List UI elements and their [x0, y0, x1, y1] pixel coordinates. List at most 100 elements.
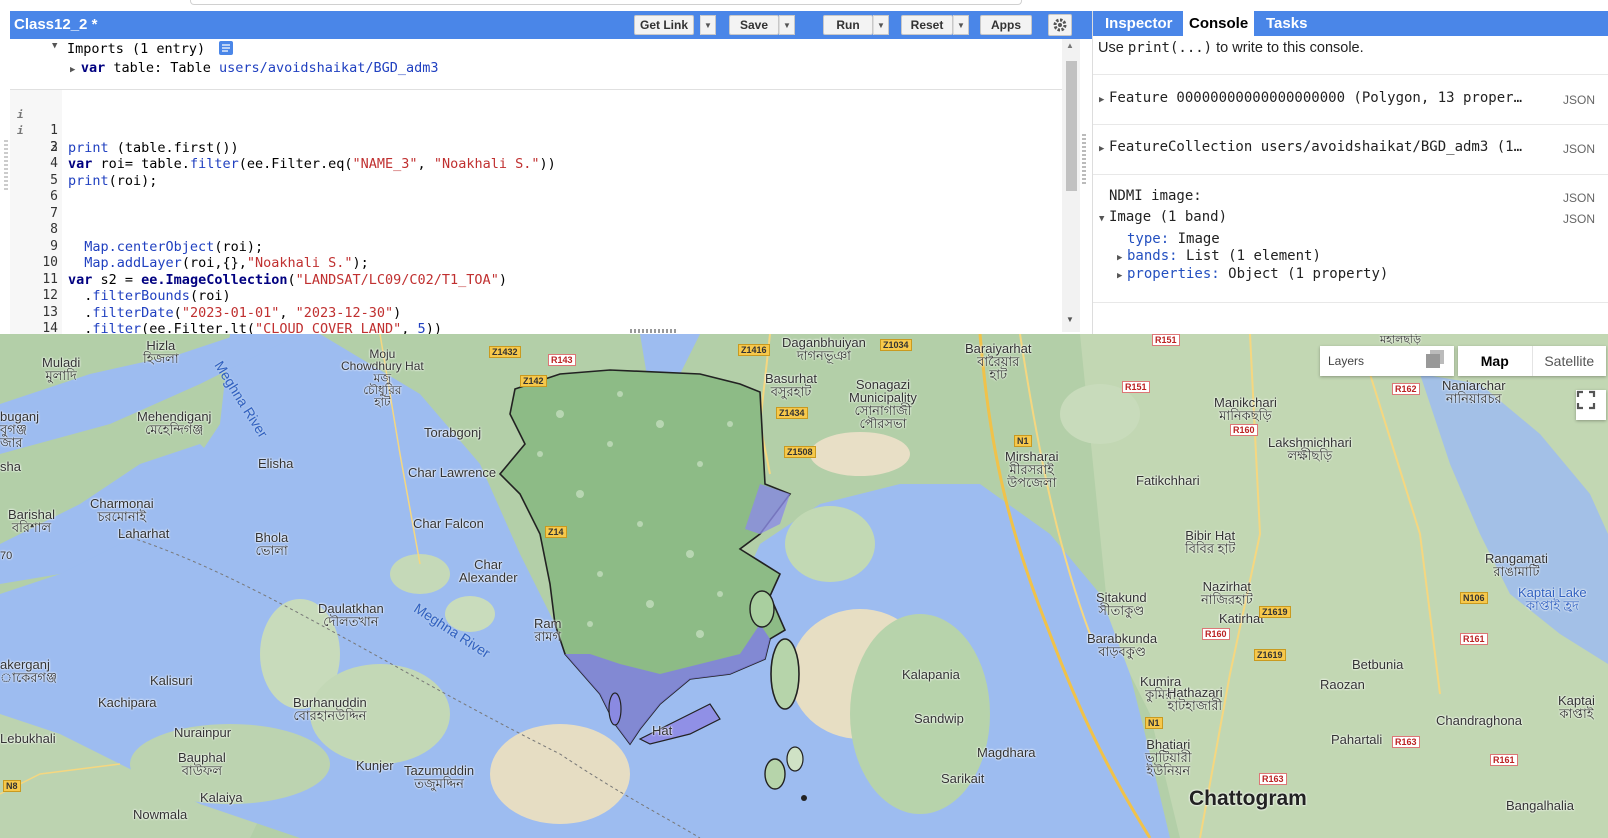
- road-shield: R161: [1490, 754, 1518, 766]
- image-bands-row[interactable]: ▶ bands: List (1 element): [1117, 248, 1321, 264]
- settings-gear-button[interactable]: [1048, 14, 1072, 36]
- left-splitter-handle[interactable]: [4, 140, 8, 190]
- code-line[interactable]: 12 .filterDate("2023-01-01", "2023-12-30…: [10, 272, 401, 321]
- road-shield: R151: [1122, 381, 1150, 393]
- run-button[interactable]: Run: [823, 15, 873, 35]
- apps-button[interactable]: Apps: [980, 15, 1032, 35]
- imports-script-icon[interactable]: [219, 41, 233, 59]
- road-shield: R143: [548, 354, 576, 366]
- expand-arrow-icon[interactable]: ▶: [70, 65, 81, 75]
- road-shield: Z1619: [1259, 606, 1291, 618]
- collapse-imports-icon[interactable]: ▼: [52, 41, 57, 51]
- horizontal-splitter-handle[interactable]: [630, 329, 676, 333]
- code-line[interactable]: 6: [10, 173, 59, 204]
- scrollbar-thumb[interactable]: [1066, 61, 1077, 191]
- image-properties-row[interactable]: ▶ properties: Object (1 property): [1117, 266, 1388, 282]
- place-raozan: Raozan: [1320, 677, 1365, 692]
- place-betbunia: Betbunia: [1352, 657, 1404, 672]
- place-hatiya: Hat: [652, 723, 673, 738]
- road-shield: R163: [1259, 773, 1287, 785]
- code-line[interactable]: 15 .select(["B5", "B4", "B3", "B2"]);: [10, 321, 59, 334]
- divider: [1093, 302, 1608, 303]
- console-output: Use print(...) to write to this console.…: [1093, 36, 1608, 334]
- tab-inspector[interactable]: Inspector: [1099, 11, 1179, 36]
- code-line[interactable]: 4 print(roi);: [10, 140, 157, 189]
- import-keyword: var: [80, 60, 106, 76]
- code-area[interactable]: i 1 print (table.first()) i 2 var roi= t…: [10, 90, 1070, 334]
- code-line[interactable]: 9 Map.addLayer(roi,{},"Noakhali S.");: [10, 222, 369, 272]
- save-dropdown[interactable]: ▼: [779, 15, 795, 35]
- place-daulatkhan: Daulatkhan দৌলতখান: [318, 601, 384, 629]
- expand-arrow-icon[interactable]: ▶: [1099, 95, 1109, 105]
- code-editor-panel: Class12_2 * Get Link ▼ Save ▼ Run ▼ Rese…: [10, 11, 1110, 334]
- console-entry-image[interactable]: ▼ Image (1 band): [1099, 209, 1227, 225]
- place-nowmala: Nowmala: [133, 807, 188, 822]
- code-line[interactable]: 14 .first(): [10, 305, 59, 334]
- place-fatikchhari: Fatikchhari: [1136, 473, 1200, 488]
- code-line[interactable]: 5: [10, 156, 59, 188]
- place-rangamati: Rangamati রাঙামাটি: [1485, 551, 1548, 579]
- code-line[interactable]: i 1 print (table.first()): [10, 90, 239, 156]
- place-char-lawrence: Char Lawrence: [408, 465, 497, 480]
- json-link[interactable]: JSON: [1563, 191, 1595, 205]
- road-shield: Z1508: [784, 446, 816, 458]
- code-line[interactable]: i 2 var roi= table.filter(ee.Filter.eq("…: [10, 107, 556, 172]
- import-row[interactable]: ▶ var table: Table users/avoidshaikat/BG…: [70, 60, 439, 76]
- get-link-button[interactable]: Get Link: [634, 15, 694, 35]
- expand-arrow-icon[interactable]: ▶: [1099, 144, 1109, 154]
- place-sonagazi: Sonagazi Municipality সোনাগাজী পৌরসভা: [849, 377, 917, 431]
- layers-control[interactable]: Layers: [1320, 346, 1454, 376]
- place-kalapania: Kalapania: [902, 667, 960, 682]
- map-button[interactable]: Map: [1458, 346, 1533, 376]
- save-button[interactable]: Save: [729, 15, 779, 35]
- code-line[interactable]: 3: [10, 123, 59, 155]
- run-dropdown[interactable]: ▼: [873, 15, 889, 35]
- imports-header[interactable]: Imports (1 entry): [67, 41, 205, 57]
- code-line[interactable]: 8 Map.centerObject(roi);: [10, 206, 263, 255]
- top-strip: [0, 0, 1608, 10]
- editor-toolbar: Class12_2 * Get Link ▼ Save ▼ Run ▼ Rese…: [10, 11, 1110, 39]
- collapse-arrow-icon[interactable]: ▼: [1099, 214, 1109, 224]
- place-barishal: Barishal বরিশাল: [8, 507, 55, 535]
- tab-tasks[interactable]: Tasks: [1260, 11, 1313, 36]
- place-70: 70: [0, 550, 13, 562]
- script-title[interactable]: Class12_2 *: [14, 16, 97, 33]
- place-ram: Ram রামগ: [534, 616, 562, 644]
- code-line[interactable]: 13 .filter(ee.Filter.lt("CLOUD_COVER_LAN…: [10, 288, 442, 335]
- expand-arrow-icon[interactable]: ▶: [1117, 253, 1127, 263]
- tab-console[interactable]: Console: [1183, 11, 1255, 36]
- place-kunjer: Kunjer: [356, 758, 394, 773]
- json-link[interactable]: JSON: [1563, 142, 1595, 156]
- console-entry-feature[interactable]: ▶ Feature 00000000000000000000 (Polygon, …: [1099, 90, 1522, 106]
- console-entry-featurecollection[interactable]: ▶ FeatureCollection users/avoidshaikat/BG…: [1099, 139, 1522, 155]
- expand-arrow-icon[interactable]: ▶: [1117, 271, 1127, 281]
- scroll-down-icon[interactable]: ▼: [1066, 315, 1074, 324]
- reset-dropdown[interactable]: ▼: [953, 15, 969, 35]
- code-line[interactable]: 10 var s2 = ee.ImageCollection("LANDSAT/…: [10, 239, 507, 288]
- road-shield: R163: [1392, 736, 1420, 748]
- place-magdhara: Magdhara: [977, 745, 1036, 760]
- map-view[interactable]: Hizla হিজলা Muladi মুলাদি Moju Chowdhury Ha…: [0, 334, 1608, 838]
- fullscreen-button[interactable]: [1576, 390, 1606, 420]
- scroll-up-icon[interactable]: ▲: [1066, 41, 1074, 50]
- place-naniarchar: Naniarchar নানিয়ারচর: [1442, 378, 1506, 406]
- import-path[interactable]: users/avoidshaikat/BGD_adm3: [219, 60, 438, 76]
- place-torabgonj: Torabgonj: [424, 425, 482, 440]
- road-shield: N106: [1460, 592, 1488, 604]
- get-link-dropdown[interactable]: ▼: [700, 15, 716, 35]
- code-line[interactable]: 11 .filterBounds(roi): [10, 255, 230, 305]
- vertical-splitter-handle[interactable]: [1082, 134, 1086, 184]
- road-shield: Z1619: [1254, 649, 1286, 661]
- satellite-button[interactable]: Satellite: [1533, 346, 1607, 376]
- place-chattogram: Chattogram: [1189, 787, 1307, 810]
- fullscreen-icon: [1576, 390, 1596, 410]
- layers-icon: [1426, 350, 1444, 368]
- gear-icon: [1053, 18, 1067, 32]
- json-link[interactable]: JSON: [1563, 93, 1595, 107]
- code-line[interactable]: 7: [10, 189, 59, 221]
- json-link[interactable]: JSON: [1563, 212, 1595, 226]
- editor-scrollbar[interactable]: ▲ ▼: [1062, 39, 1080, 332]
- reset-button[interactable]: Reset: [901, 15, 953, 35]
- place-moju: Moju Chowdhury Hat মজু চৌধুরির হাট: [341, 347, 424, 409]
- road-shield: Z14: [545, 526, 567, 538]
